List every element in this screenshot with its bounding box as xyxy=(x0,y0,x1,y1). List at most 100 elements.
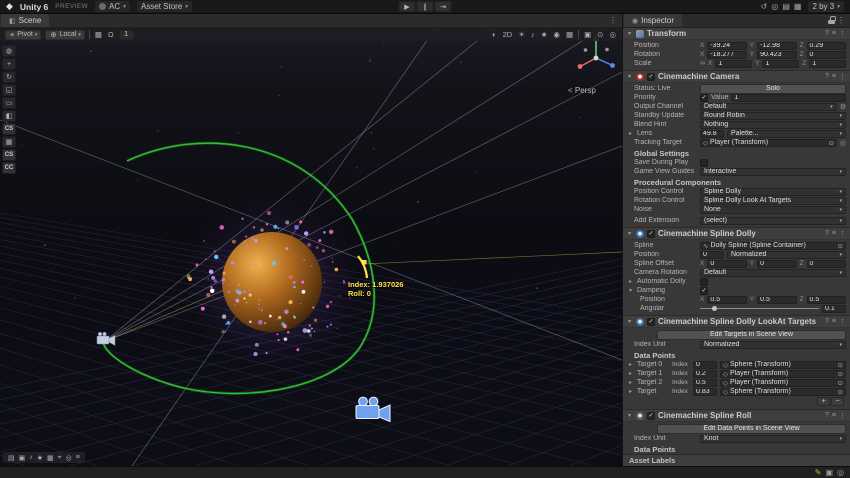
camera-rotation-dropdown[interactable]: Default ▾ xyxy=(700,269,846,277)
foldout-arrow[interactable]: ▾ xyxy=(626,73,633,80)
activity-icon[interactable]: ◎ xyxy=(837,468,844,477)
more-menu-icon[interactable]: ⋮ xyxy=(609,16,621,27)
game-view-guides-dropdown[interactable]: Interactive ▾ xyxy=(700,168,846,176)
output-channel-dropdown[interactable]: Default ▾ xyxy=(700,103,837,111)
play-button[interactable]: ▶ xyxy=(399,1,416,12)
preset-icon[interactable]: ≡ xyxy=(832,230,836,237)
offset-y-field[interactable]: 0 xyxy=(757,260,796,268)
step-button[interactable]: ⇥ xyxy=(435,1,452,12)
view-tool[interactable]: ◍ xyxy=(2,45,16,57)
account-dropdown[interactable]: AC ▾ xyxy=(95,1,130,12)
foldout-arrow[interactable]: ▾ xyxy=(626,318,633,325)
tracking-target-field[interactable]: ◇ Player (Transform) ⊙ xyxy=(700,139,837,147)
search-icon[interactable]: ◎ xyxy=(771,2,778,11)
lens-preset-dropdown[interactable]: Palette... ▾ xyxy=(727,130,846,138)
target-index-field[interactable]: 0.5 xyxy=(693,379,717,387)
save-during-play-checkbox[interactable] xyxy=(700,159,708,167)
remove-data-point-button[interactable]: − xyxy=(831,397,844,406)
zoom-icon[interactable]: ◎ xyxy=(66,454,72,462)
priority-enabled-checkbox[interactable]: ✓ xyxy=(700,94,708,102)
2d-toggle[interactable]: 2D xyxy=(502,30,514,39)
layers-icon[interactable]: ▤ xyxy=(782,2,790,11)
damping-x-field[interactable]: 0.5 xyxy=(707,296,746,304)
edit-data-points-button[interactable]: Edit Data Points in Scene View xyxy=(657,424,846,434)
grid-visibility-icon[interactable]: ▦ xyxy=(94,30,103,39)
offset-z-field[interactable]: 0 xyxy=(807,260,846,268)
object-picker-icon[interactable]: ⊙ xyxy=(838,379,843,387)
preset-icon[interactable]: ≡ xyxy=(832,30,836,37)
position-x-field[interactable]: -39.24 xyxy=(707,42,746,50)
help-icon[interactable]: ? xyxy=(825,412,829,419)
handle-orientation-dropdown[interactable]: ⊕ Local ▾ xyxy=(45,30,85,40)
shading-mode-icon[interactable]: ◐ xyxy=(491,30,498,39)
foldout-arrow[interactable]: ▸ xyxy=(627,278,634,285)
foldout-arrow[interactable]: ▾ xyxy=(627,287,634,294)
foldout-arrow[interactable]: ▾ xyxy=(626,412,633,419)
target-object-field[interactable]: ◇ Sphere (Transform) ⊙ xyxy=(720,388,846,396)
edit-targets-button[interactable]: Edit Targets in Scene View xyxy=(657,330,846,340)
audio-toggle-icon[interactable]: ♪ xyxy=(530,30,536,39)
preset-icon[interactable]: ≡ xyxy=(832,318,836,325)
more-menu-icon[interactable]: ⋮ xyxy=(839,318,846,326)
perspective-label[interactable]: < Persp xyxy=(568,86,596,95)
automatic-dolly-checkbox[interactable] xyxy=(700,278,708,286)
snap-magnet-icon[interactable]: Ω xyxy=(107,30,115,39)
add-extension-dropdown[interactable]: (select) ▾ xyxy=(700,217,846,225)
noise-dropdown[interactable]: None ▾ xyxy=(700,206,846,214)
lock-icon[interactable] xyxy=(828,16,835,25)
help-icon[interactable]: ? xyxy=(825,230,829,237)
slider-knob[interactable] xyxy=(712,306,717,311)
position-z-field[interactable]: 0.29 xyxy=(807,42,846,50)
more-menu-icon[interactable]: ⋮ xyxy=(839,230,846,238)
tab-scene[interactable]: ◧ Scene xyxy=(1,14,49,27)
foldout-arrow[interactable]: ▸ xyxy=(627,361,634,368)
component-enabled-checkbox[interactable]: ✓ xyxy=(647,73,655,81)
overlay-cc-toolbar[interactable]: CC xyxy=(2,162,16,174)
angular-field[interactable]: 0.1 xyxy=(822,305,846,313)
position-control-dropdown[interactable]: Spline Dolly ▾ xyxy=(700,188,846,196)
spline-selected-segment[interactable] xyxy=(358,256,367,278)
pivot-dropdown[interactable]: ⌖ Pivot ▾ xyxy=(5,30,41,40)
effects-icon[interactable]: ★ xyxy=(37,454,43,462)
offset-x-field[interactable]: 0 xyxy=(707,260,746,268)
gizmos-dropdown-icon[interactable]: ⊙ xyxy=(596,30,604,39)
help-icon[interactable]: ? xyxy=(825,73,829,80)
dolly-position-field[interactable]: 0 xyxy=(700,251,724,259)
target-object-field[interactable]: ◇ Player (Transform) ⊙ xyxy=(720,370,846,378)
menu-icon[interactable]: ≡ xyxy=(76,454,80,461)
target-index-field[interactable]: 0 xyxy=(693,361,717,369)
object-picker-icon[interactable]: ⊙ xyxy=(838,370,843,378)
selected-camera-icon[interactable] xyxy=(356,397,390,421)
foldout-arrow[interactable]: ▸ xyxy=(627,130,634,137)
foldout-arrow[interactable]: ▾ xyxy=(626,230,633,237)
index-unit-dropdown[interactable]: Normalized ▾ xyxy=(700,341,846,349)
component-enabled-checkbox[interactable]: ✓ xyxy=(647,318,655,326)
dolly-camera-gizmo[interactable] xyxy=(97,332,115,345)
foldout-arrow[interactable]: ▸ xyxy=(627,370,634,377)
scene-viewport[interactable]: ⌖ Pivot ▾ ⊕ Local ▾ ▦Ω 1 ◐2D☀♪★◉▦ xyxy=(0,28,622,466)
dolly-handle[interactable] xyxy=(362,260,367,265)
asset-store-dropdown[interactable]: Asset Store ▾ xyxy=(137,1,192,12)
rotation-control-dropdown[interactable]: Spline Dolly Look At Targets ▾ xyxy=(700,197,846,205)
channel-settings-gear-icon[interactable]: ⚙ xyxy=(840,103,846,111)
foldout-arrow[interactable]: ▾ xyxy=(626,30,633,37)
undo-history-icon[interactable]: ↺ xyxy=(761,2,768,11)
spline-object-field[interactable]: ∿ Dolly Spline (Spline Container) ⊙ xyxy=(700,242,846,250)
target-object-field[interactable]: ◇ Sphere (Transform) ⊙ xyxy=(720,361,846,369)
overlay-grid-icon[interactable]: ▦ xyxy=(2,136,16,148)
overlay-cs-toolbar-2[interactable]: CS xyxy=(2,149,16,161)
camera-settings-icon[interactable]: ▣ xyxy=(583,30,592,39)
overlay-cs-toolbar[interactable]: CS xyxy=(2,123,16,135)
priority-value-field[interactable]: 1 xyxy=(731,94,846,102)
camera-preview-icon[interactable]: ▣ xyxy=(19,454,26,462)
tracking-target-options-icon[interactable]: ◎ xyxy=(840,139,846,147)
asset-labels-bar[interactable]: Asset Labels xyxy=(623,454,850,466)
foldout-arrow[interactable]: ▸ xyxy=(627,388,634,395)
object-picker-icon[interactable]: ⊙ xyxy=(838,361,843,369)
audio-icon[interactable]: ♪ xyxy=(29,454,33,461)
object-picker-icon[interactable]: ⊙ xyxy=(828,139,833,147)
add-data-point-button[interactable]: + xyxy=(817,397,830,406)
tab-inspector[interactable]: ◉ Inspector xyxy=(624,14,682,27)
rotation-y-field[interactable]: 90.423 xyxy=(757,51,796,59)
more-menu-icon[interactable]: ⋮ xyxy=(839,73,846,81)
